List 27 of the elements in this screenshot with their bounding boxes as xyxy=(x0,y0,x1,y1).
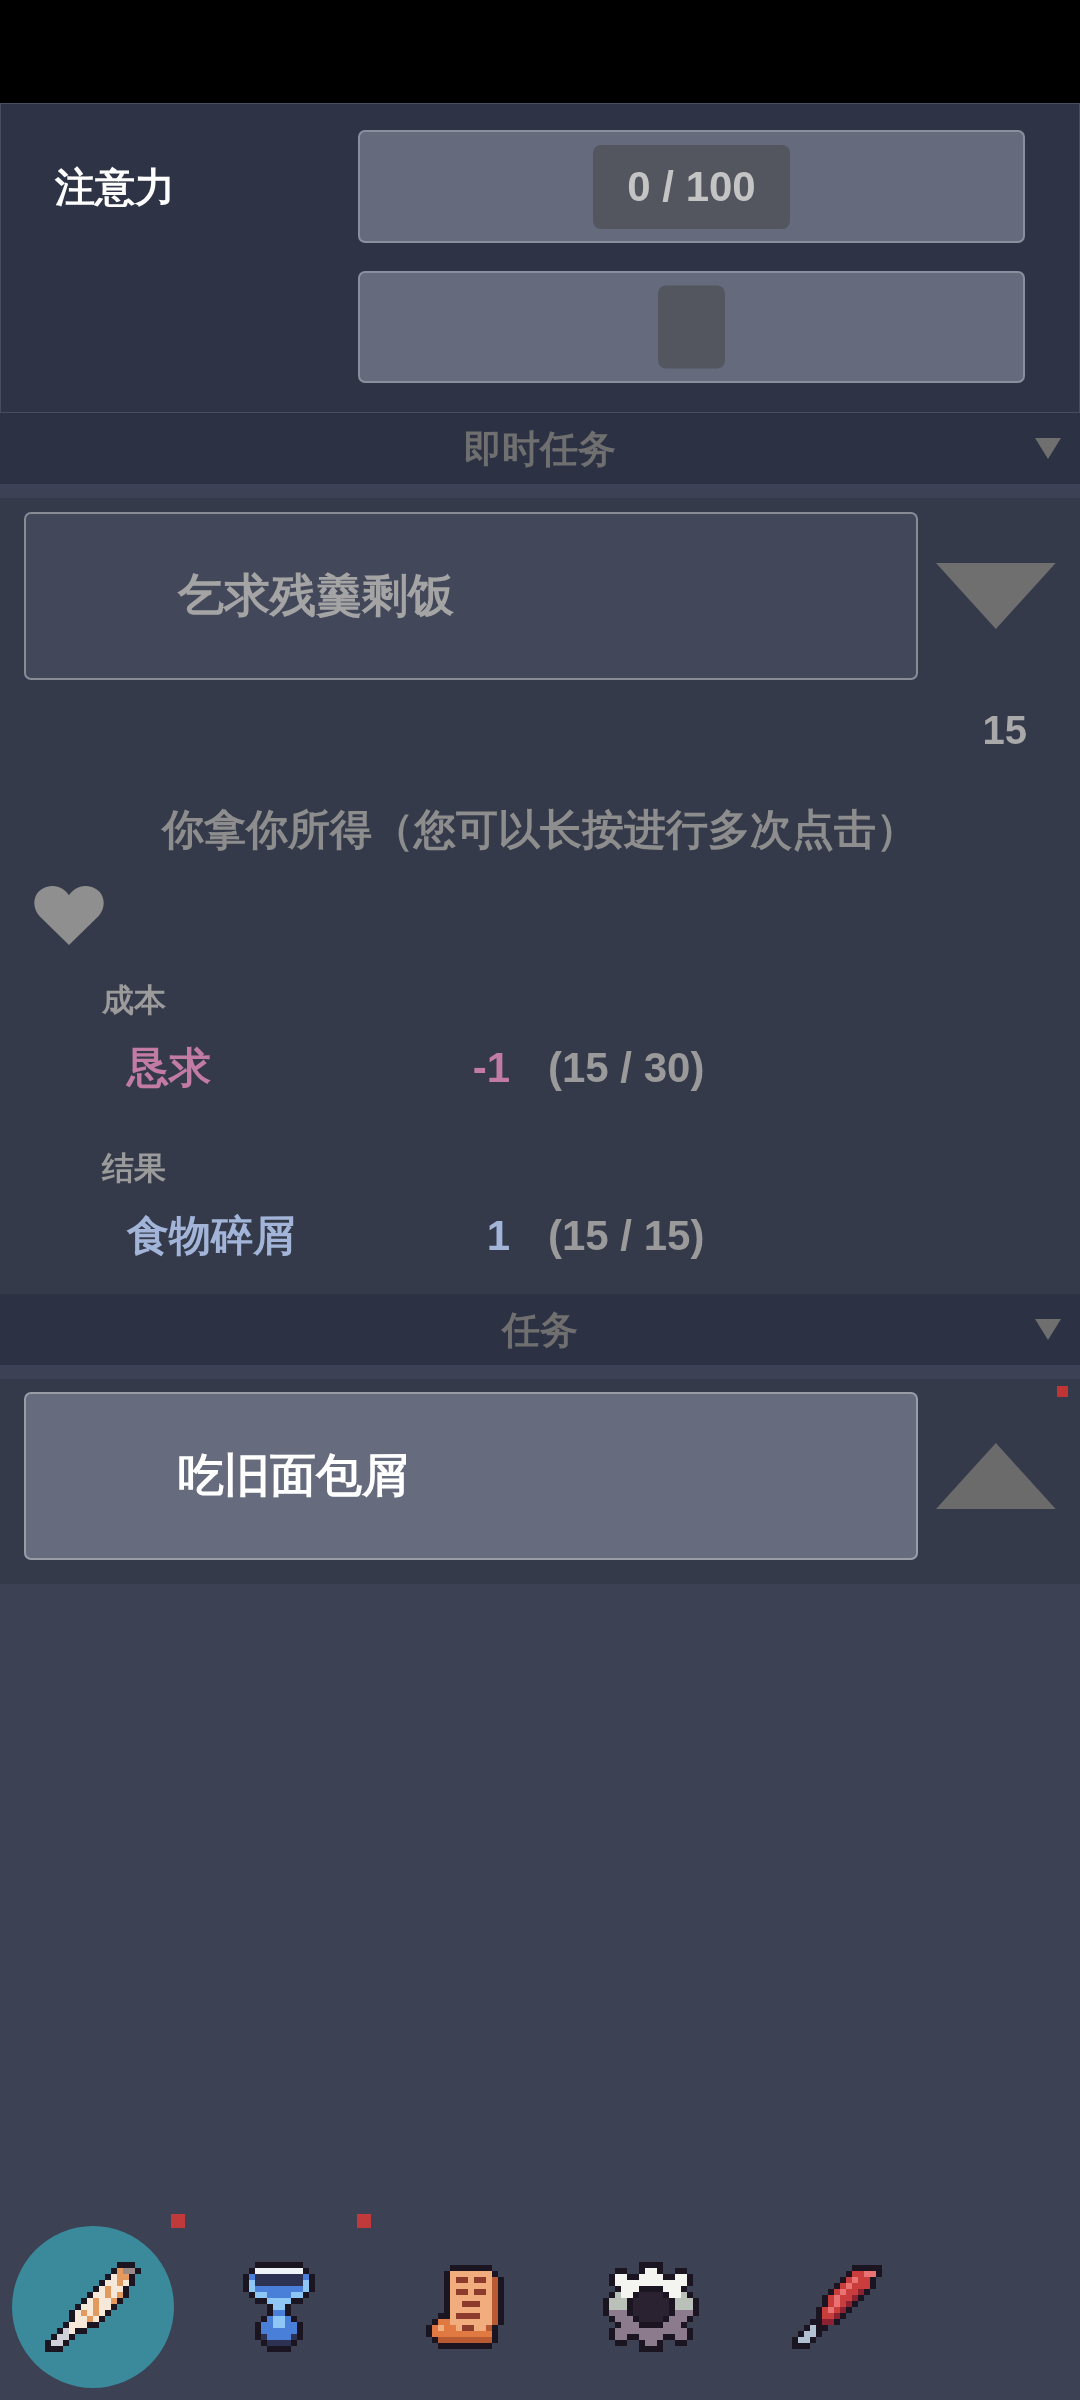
caret-down-icon[interactable] xyxy=(1035,438,1061,459)
section-title: 任务 xyxy=(502,1307,578,1353)
detail-heading: 成本 xyxy=(102,981,166,1020)
goblet-icon xyxy=(243,2262,315,2352)
task-description: 你拿你所得（您可以长按进行多次点击） xyxy=(162,805,918,855)
quill-icon xyxy=(792,2265,882,2349)
slider-track[interactable] xyxy=(358,271,1025,383)
resource-amount: 1 xyxy=(486,1211,510,1261)
resource-name: 恳求 xyxy=(127,1043,211,1093)
resource-reading: (15 / 15) xyxy=(548,1211,705,1261)
caret-down-icon[interactable] xyxy=(1035,1319,1061,1340)
resource-reading: (15 / 30) xyxy=(548,1043,705,1093)
section-header[interactable]: 即时任务 xyxy=(0,413,1080,484)
section-title: 即时任务 xyxy=(464,426,616,472)
caret-up-icon[interactable] xyxy=(936,1443,1056,1509)
section-header[interactable]: 任务 xyxy=(0,1294,1080,1365)
detail-heading: 结果 xyxy=(102,1149,166,1188)
attention-label: 注意力 xyxy=(55,163,175,211)
repeat-count: 15 xyxy=(982,707,1027,754)
resource-name: 食物碎屑 xyxy=(127,1211,295,1261)
quill-icon xyxy=(45,2262,141,2352)
scroll-icon xyxy=(426,2265,504,2349)
meter-reading: 0 / 100 xyxy=(593,144,790,229)
task-button[interactable]: 吃旧面包屑 xyxy=(24,1392,919,1560)
resource-amount: -1 xyxy=(472,1043,510,1093)
gear-icon xyxy=(603,2262,699,2352)
slider-thumb[interactable] xyxy=(658,285,725,369)
